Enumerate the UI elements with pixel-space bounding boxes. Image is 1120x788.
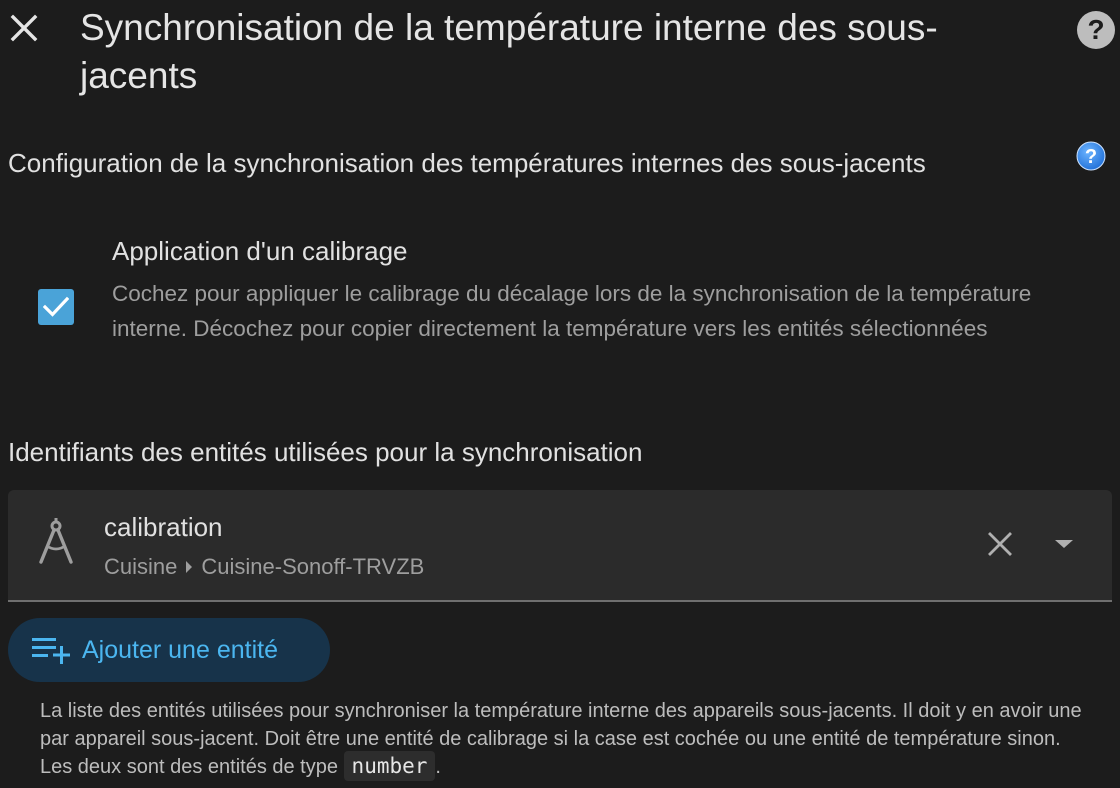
- entity-area: Cuisine: [104, 554, 178, 579]
- help-button[interactable]: ?: [1076, 10, 1116, 50]
- clear-entity-button[interactable]: [982, 526, 1018, 562]
- help-circle-icon: ?: [1077, 11, 1115, 49]
- calibration-checkbox[interactable]: [38, 289, 74, 325]
- entity-picker[interactable]: calibration Cuisine Cuisine-Sonoff-TRVZB: [8, 490, 1112, 602]
- menu-down-icon: [1055, 540, 1073, 548]
- compass-drafting-icon: [36, 516, 76, 568]
- svg-text:?: ?: [1087, 14, 1104, 45]
- clear-icon: [988, 532, 1012, 556]
- svg-text:?: ?: [1085, 146, 1097, 168]
- helper-text: La liste des entités utilisées pour sync…: [40, 698, 1090, 782]
- entities-label: Identifiants des entités utilisées pour …: [8, 437, 643, 467]
- info-icon[interactable]: ?: [1076, 141, 1106, 171]
- calibration-description: Cochez pour appliquer le calibrage du dé…: [112, 281, 1032, 341]
- entity-name: calibration: [104, 512, 223, 542]
- checkmark-icon: [43, 296, 69, 317]
- add-entity-label: Ajouter une entité: [82, 635, 278, 664]
- entity-device: Cuisine-Sonoff-TRVZB: [201, 554, 425, 579]
- add-entity-button[interactable]: Ajouter une entité: [8, 618, 330, 682]
- playlist-plus-icon: [32, 636, 72, 664]
- code-number: number: [343, 751, 436, 781]
- helper-text-end: .: [435, 756, 441, 778]
- close-icon: [10, 14, 38, 42]
- entity-dropdown-button[interactable]: [1046, 526, 1082, 562]
- section-title: Configuration de la synchronisation des …: [8, 148, 926, 178]
- dialog-title: Synchronisation de la température intern…: [80, 7, 938, 96]
- helper-text-body: La liste des entités utilisées pour sync…: [40, 700, 1082, 778]
- close-button[interactable]: [4, 6, 44, 50]
- caret-right-icon: [185, 560, 193, 574]
- calibration-label[interactable]: Application d'un calibrage: [112, 234, 408, 268]
- entity-breadcrumb: Cuisine Cuisine-Sonoff-TRVZB: [104, 553, 424, 581]
